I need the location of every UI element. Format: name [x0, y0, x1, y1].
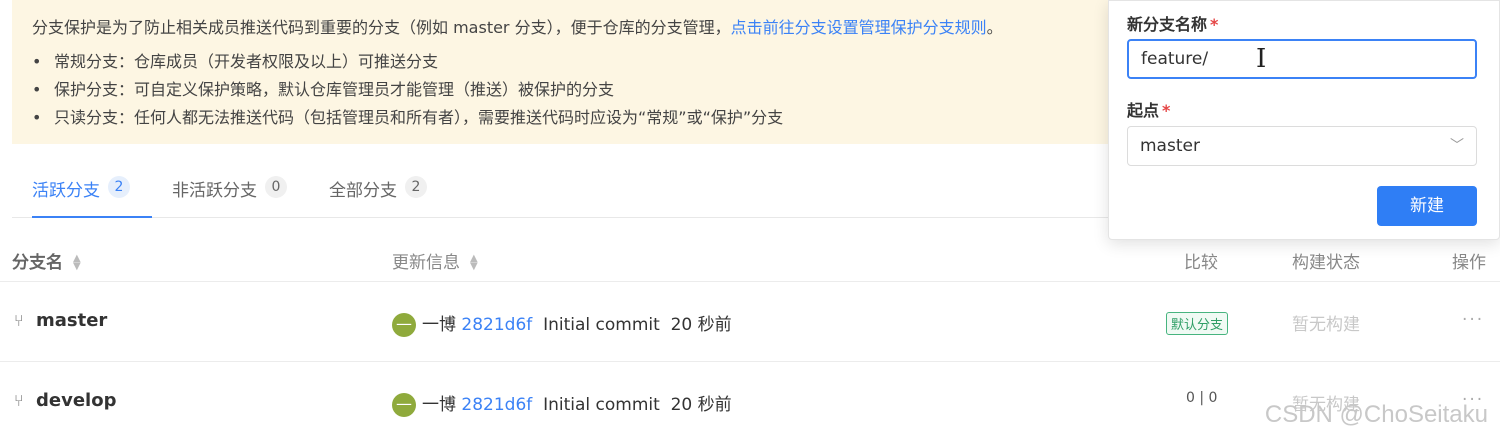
- tab-count-badge: 0: [265, 176, 287, 198]
- branch-name-label: 新分支名称 *: [1127, 15, 1219, 34]
- tab-active-branches[interactable]: 活跃分支 2: [32, 166, 152, 218]
- avatar: —: [392, 393, 416, 417]
- column-header-update[interactable]: 更新信息 ▲ ▼: [392, 248, 478, 273]
- required-marker: *: [1162, 101, 1171, 120]
- text-cursor-icon: I: [1256, 44, 1267, 74]
- notice-item: • 只读分支：任何人都无法推送代码（包括管理员和所有者），需要推送代码时应设为“常…: [32, 104, 1092, 132]
- notice-intro: 分支保护是为了防止相关成员推送代码到重要的分支（例如 master 分支），便于…: [32, 18, 731, 37]
- default-branch-badge: 默认分支: [1166, 312, 1229, 335]
- commit-time: 20 秒前: [670, 315, 732, 335]
- chevron-down-icon: ﹀: [1450, 138, 1464, 154]
- branch-icon: ⑂: [14, 391, 24, 410]
- new-branch-popover: 新分支名称 * feature/ 起点 * master ﹀ 新建: [1108, 0, 1500, 240]
- column-header-ops: 操作: [1452, 253, 1486, 273]
- sort-icon[interactable]: ▲ ▼: [73, 254, 81, 272]
- table-row: ⑂ master — 一博 2821d6f Initial commit 20 秒前…: [0, 282, 1500, 362]
- origin-label: 起点 *: [1127, 101, 1171, 120]
- more-actions-icon[interactable]: ···: [1462, 310, 1484, 330]
- notice-item: • 保护分支：可自定义保护策略，默认仓库管理员才能管理（推送）被保护的分支: [32, 76, 1092, 104]
- tab-inactive-branches[interactable]: 非活跃分支 0: [172, 166, 287, 218]
- required-marker: *: [1210, 15, 1219, 34]
- bullet-icon: •: [32, 52, 42, 71]
- watermark: CSDN @ChoSeitaku: [1264, 401, 1488, 428]
- branch-name-input[interactable]: feature/: [1127, 39, 1477, 79]
- commit-author: 一博: [422, 395, 456, 415]
- compare-counts: 0 | 0: [1186, 390, 1218, 406]
- avatar: —: [392, 313, 416, 337]
- tab-count-badge: 2: [108, 176, 130, 198]
- build-status: 暂无构建: [1292, 315, 1360, 335]
- create-branch-button[interactable]: 新建: [1377, 186, 1477, 226]
- notice-list: • 常规分支：仓库成员（开发者权限及以上）可推送分支 • 保护分支：可自定义保护策略…: [32, 48, 1092, 132]
- column-header-name[interactable]: 分支名 ▲ ▼: [12, 248, 81, 273]
- table-header: 分支名 ▲ ▼ 更新信息 ▲ ▼ 比较 构建状态 操作: [0, 238, 1500, 282]
- branch-icon: ⑂: [14, 311, 24, 330]
- commit-time: 20 秒前: [670, 395, 732, 415]
- branch-name[interactable]: develop: [36, 390, 116, 411]
- branch-tabs: 活跃分支 2 非活跃分支 0 全部分支 2: [12, 166, 1112, 218]
- bullet-icon: •: [32, 80, 42, 99]
- branch-name[interactable]: master: [36, 310, 107, 331]
- commit-hash-link[interactable]: 2821d6f: [461, 395, 532, 415]
- column-header-compare: 比较: [1184, 253, 1218, 273]
- notice-item: • 常规分支：仓库成员（开发者权限及以上）可推送分支: [32, 48, 1092, 76]
- notice-tail: 。: [986, 18, 1003, 37]
- sort-icon[interactable]: ▲ ▼: [470, 254, 478, 272]
- commit-message: Initial commit: [543, 395, 660, 415]
- bullet-icon: •: [32, 108, 42, 127]
- branch-protection-notice: 分支保护是为了防止相关成员推送代码到重要的分支（例如 master 分支），便于…: [12, 0, 1112, 144]
- tab-all-branches[interactable]: 全部分支 2: [329, 166, 427, 218]
- commit-author: 一博: [422, 315, 456, 335]
- tab-count-badge: 2: [405, 176, 427, 198]
- commit-message: Initial commit: [543, 315, 660, 335]
- column-header-build: 构建状态: [1292, 253, 1360, 273]
- branch-settings-link[interactable]: 点击前往分支设置管理保护分支规则: [731, 18, 987, 37]
- origin-select[interactable]: master ﹀: [1127, 126, 1477, 166]
- commit-hash-link[interactable]: 2821d6f: [461, 315, 532, 335]
